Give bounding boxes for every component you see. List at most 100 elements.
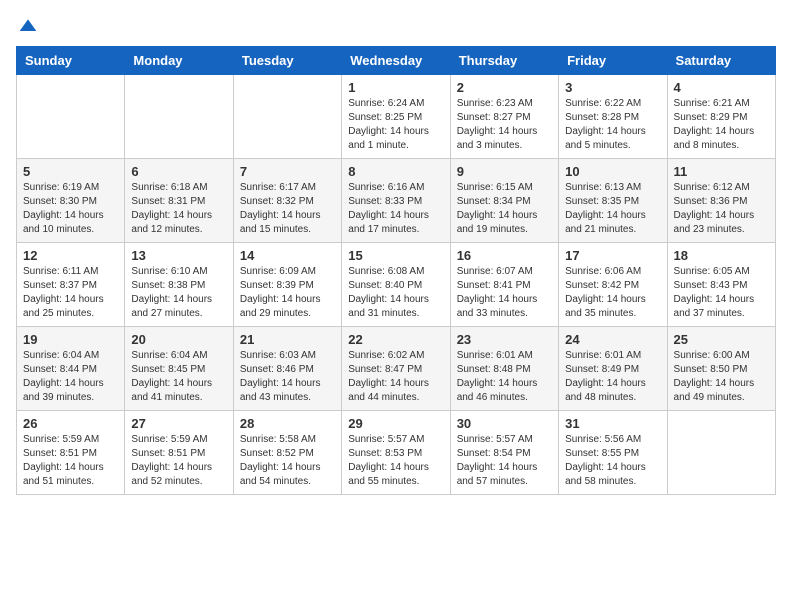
day-info: Sunrise: 6:22 AM Sunset: 8:28 PM Dayligh… xyxy=(565,97,660,153)
calendar-cell: 14 Sunrise: 6:09 AM Sunset: 8:39 PM Dayli… xyxy=(233,243,341,327)
calendar-header-row: SundayMondayTuesdayWednesdayThursdayFrid… xyxy=(17,47,776,75)
day-number: 6 xyxy=(131,164,226,179)
day-info: Sunrise: 6:07 AM Sunset: 8:41 PM Dayligh… xyxy=(457,265,552,321)
calendar-cell xyxy=(17,75,125,159)
page-header xyxy=(16,16,776,36)
calendar-header-wednesday: Wednesday xyxy=(342,47,450,75)
calendar-week-row: 5 Sunrise: 6:19 AM Sunset: 8:30 PM Daylig… xyxy=(17,159,776,243)
day-number: 27 xyxy=(131,416,226,431)
calendar-header-monday: Monday xyxy=(125,47,233,75)
day-number: 19 xyxy=(23,332,118,347)
calendar-cell: 21Sunrise: 6:03 AM Sunset: 8:46 PM Dayli… xyxy=(233,327,341,411)
calendar-cell: 28 Sunrise: 5:58 AM Sunset: 8:52 PM Dayli… xyxy=(233,411,341,495)
day-info: Sunrise: 6:04 AM Sunset: 8:44 PM Dayligh… xyxy=(23,349,118,405)
calendar-cell: 16 Sunrise: 6:07 AM Sunset: 8:41 PM Dayli… xyxy=(450,243,558,327)
calendar-cell: 30 Sunrise: 5:57 AM Sunset: 8:54 PM Dayli… xyxy=(450,411,558,495)
day-info: Sunrise: 6:03 AM Sunset: 8:46 PM Dayligh… xyxy=(240,349,335,405)
day-info: Sunrise: 6:17 AM Sunset: 8:32 PM Dayligh… xyxy=(240,181,335,237)
day-number: 4 xyxy=(674,80,769,95)
calendar-cell: 13 Sunrise: 6:10 AM Sunset: 8:38 PM Dayli… xyxy=(125,243,233,327)
day-number: 1 xyxy=(348,80,443,95)
logo xyxy=(16,16,38,36)
day-number: 15 xyxy=(348,248,443,263)
calendar-cell: 19 Sunrise: 6:04 AM Sunset: 8:44 PM Dayli… xyxy=(17,327,125,411)
calendar-cell: 29Sunrise: 5:57 AM Sunset: 8:53 PM Dayli… xyxy=(342,411,450,495)
calendar-cell: 6 Sunrise: 6:18 AM Sunset: 8:31 PM Daylig… xyxy=(125,159,233,243)
calendar-cell: 27 Sunrise: 5:59 AM Sunset: 8:51 PM Dayli… xyxy=(125,411,233,495)
calendar-week-row: 1 Sunrise: 6:24 AM Sunset: 8:25 PM Daylig… xyxy=(17,75,776,159)
day-info: Sunrise: 6:01 AM Sunset: 8:49 PM Dayligh… xyxy=(565,349,660,405)
calendar-cell: 24 Sunrise: 6:01 AM Sunset: 8:49 PM Dayli… xyxy=(559,327,667,411)
day-number: 12 xyxy=(23,248,118,263)
day-number: 3 xyxy=(565,80,660,95)
calendar-cell: 10 Sunrise: 6:13 AM Sunset: 8:35 PM Dayli… xyxy=(559,159,667,243)
day-info: Sunrise: 6:00 AM Sunset: 8:50 PM Dayligh… xyxy=(674,349,769,405)
day-info: Sunrise: 5:59 AM Sunset: 8:51 PM Dayligh… xyxy=(131,433,226,489)
calendar-cell: 25Sunrise: 6:00 AM Sunset: 8:50 PM Dayli… xyxy=(667,327,775,411)
calendar-header-tuesday: Tuesday xyxy=(233,47,341,75)
day-info: Sunrise: 6:09 AM Sunset: 8:39 PM Dayligh… xyxy=(240,265,335,321)
calendar-cell: 17 Sunrise: 6:06 AM Sunset: 8:42 PM Dayli… xyxy=(559,243,667,327)
day-info: Sunrise: 5:56 AM Sunset: 8:55 PM Dayligh… xyxy=(565,433,660,489)
calendar-cell: 12 Sunrise: 6:11 AM Sunset: 8:37 PM Dayli… xyxy=(17,243,125,327)
calendar-week-row: 12 Sunrise: 6:11 AM Sunset: 8:37 PM Dayli… xyxy=(17,243,776,327)
day-info: Sunrise: 6:12 AM Sunset: 8:36 PM Dayligh… xyxy=(674,181,769,237)
calendar-cell: 20 Sunrise: 6:04 AM Sunset: 8:45 PM Dayli… xyxy=(125,327,233,411)
calendar-header-sunday: Sunday xyxy=(17,47,125,75)
day-number: 16 xyxy=(457,248,552,263)
day-number: 24 xyxy=(565,332,660,347)
day-number: 11 xyxy=(674,164,769,179)
day-info: Sunrise: 6:06 AM Sunset: 8:42 PM Dayligh… xyxy=(565,265,660,321)
day-info: Sunrise: 6:08 AM Sunset: 8:40 PM Dayligh… xyxy=(348,265,443,321)
calendar-cell: 5 Sunrise: 6:19 AM Sunset: 8:30 PM Daylig… xyxy=(17,159,125,243)
calendar-header-thursday: Thursday xyxy=(450,47,558,75)
calendar-cell: 26Sunrise: 5:59 AM Sunset: 8:51 PM Dayli… xyxy=(17,411,125,495)
day-number: 5 xyxy=(23,164,118,179)
calendar-cell: 2 Sunrise: 6:23 AM Sunset: 8:27 PM Daylig… xyxy=(450,75,558,159)
day-number: 20 xyxy=(131,332,226,347)
day-number: 2 xyxy=(457,80,552,95)
day-number: 17 xyxy=(565,248,660,263)
calendar-week-row: 26 Sunrise: 5:59 AM Sunset: 8:51 PM Dayli… xyxy=(17,411,776,495)
day-info: Sunrise: 6:18 AM Sunset: 8:31 PM Dayligh… xyxy=(131,181,226,237)
day-info: Sunrise: 6:19 AM Sunset: 8:30 PM Dayligh… xyxy=(23,181,118,237)
day-info: Sunrise: 5:57 AM Sunset: 8:53 PM Dayligh… xyxy=(348,433,443,489)
day-number: 31 xyxy=(565,416,660,431)
calendar-header-saturday: Saturday xyxy=(667,47,775,75)
day-number: 14 xyxy=(240,248,335,263)
day-info: Sunrise: 6:15 AM Sunset: 8:34 PM Dayligh… xyxy=(457,181,552,237)
day-info: Sunrise: 6:01 AM Sunset: 8:48 PM Dayligh… xyxy=(457,349,552,405)
day-number: 30 xyxy=(457,416,552,431)
day-info: Sunrise: 6:13 AM Sunset: 8:35 PM Dayligh… xyxy=(565,181,660,237)
calendar-cell: 11 Sunrise: 6:12 AM Sunset: 8:36 PM Dayli… xyxy=(667,159,775,243)
day-info: Sunrise: 5:58 AM Sunset: 8:52 PM Dayligh… xyxy=(240,433,335,489)
day-number: 23 xyxy=(457,332,552,347)
day-number: 18 xyxy=(674,248,769,263)
day-info: Sunrise: 6:23 AM Sunset: 8:27 PM Dayligh… xyxy=(457,97,552,153)
day-number: 28 xyxy=(240,416,335,431)
logo-icon xyxy=(18,16,38,36)
day-number: 13 xyxy=(131,248,226,263)
calendar-week-row: 19 Sunrise: 6:04 AM Sunset: 8:44 PM Dayli… xyxy=(17,327,776,411)
calendar-cell: 23 Sunrise: 6:01 AM Sunset: 8:48 PM Dayli… xyxy=(450,327,558,411)
day-info: Sunrise: 6:04 AM Sunset: 8:45 PM Dayligh… xyxy=(131,349,226,405)
calendar-header-friday: Friday xyxy=(559,47,667,75)
calendar-cell: 31 Sunrise: 5:56 AM Sunset: 8:55 PM Dayli… xyxy=(559,411,667,495)
calendar-cell xyxy=(125,75,233,159)
day-info: Sunrise: 6:10 AM Sunset: 8:38 PM Dayligh… xyxy=(131,265,226,321)
day-number: 8 xyxy=(348,164,443,179)
day-info: Sunrise: 5:57 AM Sunset: 8:54 PM Dayligh… xyxy=(457,433,552,489)
day-info: Sunrise: 6:05 AM Sunset: 8:43 PM Dayligh… xyxy=(674,265,769,321)
calendar-cell: 8 Sunrise: 6:16 AM Sunset: 8:33 PM Daylig… xyxy=(342,159,450,243)
day-info: Sunrise: 6:16 AM Sunset: 8:33 PM Dayligh… xyxy=(348,181,443,237)
calendar-cell: 4Sunrise: 6:21 AM Sunset: 8:29 PM Daylig… xyxy=(667,75,775,159)
day-number: 22 xyxy=(348,332,443,347)
day-number: 10 xyxy=(565,164,660,179)
calendar-cell: 7Sunrise: 6:17 AM Sunset: 8:32 PM Daylig… xyxy=(233,159,341,243)
calendar-cell xyxy=(233,75,341,159)
calendar-cell xyxy=(667,411,775,495)
day-info: Sunrise: 6:24 AM Sunset: 8:25 PM Dayligh… xyxy=(348,97,443,153)
day-number: 26 xyxy=(23,416,118,431)
day-info: Sunrise: 6:11 AM Sunset: 8:37 PM Dayligh… xyxy=(23,265,118,321)
calendar-cell: 15 Sunrise: 6:08 AM Sunset: 8:40 PM Dayli… xyxy=(342,243,450,327)
